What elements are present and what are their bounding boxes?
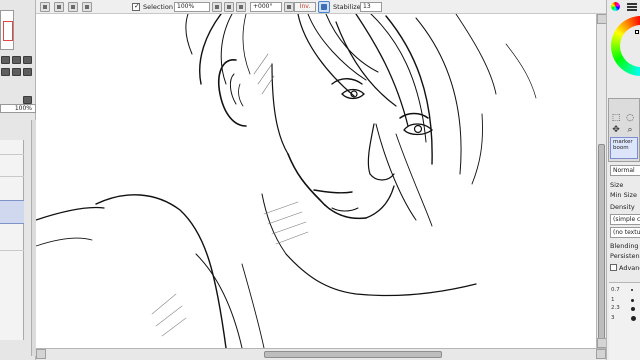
rotate-reset-button[interactable] (23, 68, 32, 76)
layer-item-selected[interactable] (0, 200, 24, 224)
color-wheel-icon[interactable] (611, 2, 620, 11)
persistence-label: Persistence (610, 252, 640, 260)
size-dot[interactable] (631, 299, 634, 302)
advanced-checkbox[interactable] (610, 264, 617, 271)
layer-divider (0, 176, 24, 177)
invert-selection-button[interactable] (68, 2, 78, 12)
layer-divider (0, 154, 24, 155)
texture-select[interactable]: (simple c (610, 214, 640, 225)
zoom-field[interactable]: 100% (174, 2, 210, 12)
zoom-icon[interactable]: ⌕ (625, 125, 635, 135)
flip-button[interactable] (23, 96, 32, 104)
layer-list[interactable] (0, 140, 24, 340)
right-panel: ⬚ ◌ ✥ ⌕ marker boom Normal Size Min Size… (606, 0, 640, 360)
left-panel: 100% (0, 0, 36, 360)
invert-view-button[interactable]: Inv. (294, 2, 316, 12)
lineart-sketch (36, 14, 537, 348)
zoom-fit-button[interactable] (23, 56, 32, 64)
density-label: Density (610, 203, 635, 211)
scroll-right-button[interactable] (596, 349, 606, 359)
top-toolbar: ✓ Selection 100% +000° Inv. Stabilizer 1… (36, 0, 606, 14)
size-dot[interactable] (631, 316, 636, 321)
rotate-left-button[interactable] (1, 68, 10, 76)
scale-value: 1 (611, 297, 615, 303)
vertical-scrollbar[interactable] (596, 14, 607, 348)
selection-label: Selection (143, 3, 173, 11)
check-icon: ✓ (134, 2, 140, 10)
vertical-scroll-thumb[interactable] (598, 144, 605, 342)
stabilizer-select[interactable]: 13 (360, 2, 382, 12)
lasso-icon[interactable]: ◌ (625, 113, 635, 123)
move-icon[interactable]: ✥ (611, 125, 621, 135)
deselect-button[interactable] (54, 2, 64, 12)
zoom-reset-icon[interactable] (236, 2, 246, 12)
zoom-in-icon[interactable] (224, 2, 234, 12)
blending-label: Blending (610, 242, 639, 250)
size-dot[interactable] (631, 289, 633, 291)
texture2-select[interactable]: (no textu (610, 227, 640, 238)
rotate-left-icon[interactable] (284, 2, 294, 12)
horizontal-scrollbar[interactable] (36, 348, 606, 360)
menu-icon[interactable] (627, 3, 637, 11)
blend-mode-select[interactable]: Normal (610, 165, 640, 176)
drawing-canvas[interactable] (36, 14, 596, 348)
rotation-field[interactable]: +000° (250, 2, 282, 12)
marquee-icon[interactable]: ⬚ (611, 113, 621, 123)
selection-checkbox[interactable]: ✓ (132, 2, 140, 11)
horizontal-scroll-thumb[interactable] (264, 351, 442, 358)
color-wheel[interactable] (611, 16, 640, 76)
navigator-preview[interactable] (0, 10, 14, 50)
min-size-label: Min Size (610, 191, 637, 199)
size-label: Size (610, 181, 624, 189)
scale-value: 2.3 (611, 305, 620, 311)
scale-value: 3 (611, 315, 615, 321)
zoom-out-icon[interactable] (212, 2, 222, 12)
zoom-out-button[interactable] (1, 56, 10, 64)
layer-divider (0, 250, 24, 251)
navigator-zoom-field[interactable]: 100% (0, 104, 36, 113)
brush-marker-boom[interactable]: marker boom (610, 137, 638, 159)
scale-value: 0.7 (611, 287, 620, 293)
advanced-label: Advanc (619, 264, 640, 272)
zoom-in-button[interactable] (12, 56, 21, 64)
color-wheel-marker[interactable] (635, 30, 639, 34)
stabilizer-label: Stabilizer (333, 3, 364, 11)
scroll-left-button[interactable] (36, 349, 46, 359)
show-selection-button[interactable] (82, 2, 92, 12)
rotate-right-button[interactable] (12, 68, 21, 76)
select-all-button[interactable] (40, 2, 50, 12)
brush-size-scale[interactable]: 0.7 1 2.3 3 (609, 282, 640, 360)
stabilizer-icon[interactable] (318, 1, 330, 13)
size-dot[interactable] (631, 307, 635, 311)
